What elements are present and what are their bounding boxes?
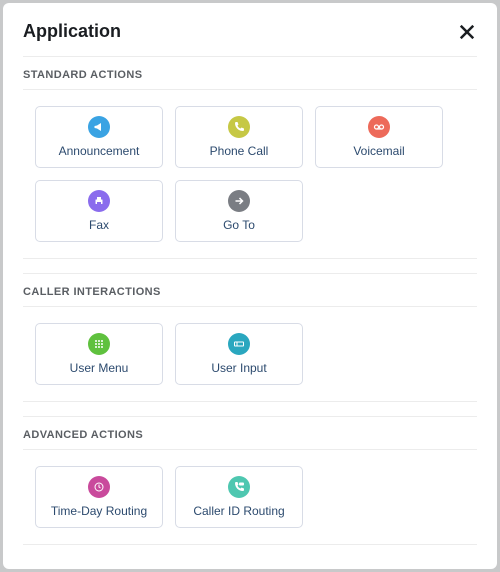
section-heading-standard: STANDARD ACTIONS: [23, 57, 477, 90]
section-heading-caller: CALLER INTERACTIONS: [23, 274, 477, 307]
action-goto[interactable]: Go To: [175, 180, 303, 242]
action-voicemail[interactable]: Voicemail: [315, 106, 443, 168]
clock-icon: [88, 476, 110, 498]
action-label: Phone Call: [210, 144, 269, 158]
caller-interactions-grid: User Menu User Input: [23, 323, 477, 385]
panel-header: Application: [23, 3, 477, 56]
standard-actions-grid: Announcement Phone Call Voicemail Fax: [23, 106, 477, 242]
action-announcement[interactable]: Announcement: [35, 106, 163, 168]
keypad-icon: [88, 333, 110, 355]
close-icon: [457, 22, 477, 42]
action-label: Fax: [89, 218, 109, 232]
close-button[interactable]: [457, 22, 477, 42]
phone-icon: [228, 116, 250, 138]
action-label: Caller ID Routing: [193, 504, 284, 518]
action-caller-id-routing[interactable]: Caller ID Routing: [175, 466, 303, 528]
page-title: Application: [23, 21, 121, 42]
voicemail-icon: [368, 116, 390, 138]
action-label: Announcement: [59, 144, 140, 158]
megaphone-icon: [88, 116, 110, 138]
action-user-input[interactable]: User Input: [175, 323, 303, 385]
caller-id-icon: [228, 476, 250, 498]
action-label: User Menu: [70, 361, 129, 375]
action-time-day-routing[interactable]: Time-Day Routing: [35, 466, 163, 528]
application-panel: Application STANDARD ACTIONS Announcemen…: [3, 3, 497, 569]
action-label: User Input: [211, 361, 266, 375]
arrow-right-icon: [228, 190, 250, 212]
action-label: Time-Day Routing: [51, 504, 147, 518]
input-icon: [228, 333, 250, 355]
section-advanced-actions: ADVANCED ACTIONS Time-Day Routing Caller…: [23, 416, 477, 545]
action-user-menu[interactable]: User Menu: [35, 323, 163, 385]
action-fax[interactable]: Fax: [35, 180, 163, 242]
fax-icon: [88, 190, 110, 212]
section-caller-interactions: CALLER INTERACTIONS User Menu User Input: [23, 273, 477, 402]
section-standard-actions: STANDARD ACTIONS Announcement Phone Call…: [23, 56, 477, 259]
advanced-actions-grid: Time-Day Routing Caller ID Routing: [23, 466, 477, 528]
section-heading-advanced: ADVANCED ACTIONS: [23, 417, 477, 450]
action-label: Voicemail: [353, 144, 404, 158]
action-label: Go To: [223, 218, 255, 232]
action-phone-call[interactable]: Phone Call: [175, 106, 303, 168]
